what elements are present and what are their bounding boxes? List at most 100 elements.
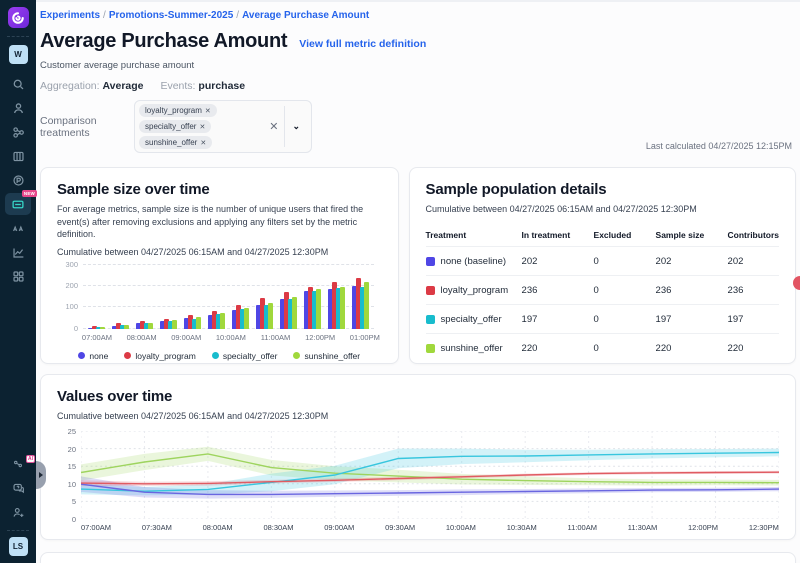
dashboards-icon[interactable]	[5, 265, 31, 287]
table-cell: 197	[656, 314, 728, 325]
ai-badge: AI	[26, 455, 35, 463]
help-chat-icon[interactable]	[5, 477, 31, 499]
clear-all-icon[interactable]: ✕	[263, 120, 284, 133]
legend-item[interactable]: none	[78, 351, 108, 361]
app-logo-icon[interactable]	[8, 7, 29, 28]
sidebar: W NEW AI LS	[0, 0, 36, 563]
x-axis-tick: 10:30AM	[507, 523, 537, 532]
invite-user-icon[interactable]	[5, 501, 31, 523]
table-header-row: TreatmentIn treatmentExcludedSample size…	[426, 224, 779, 246]
table-cell: 220	[656, 343, 728, 354]
sidebar-divider	[7, 36, 29, 37]
new-badge: NEW	[22, 190, 37, 197]
table-cell: 197	[728, 314, 779, 325]
chip-remove-icon[interactable]: ✕	[205, 107, 211, 115]
bar-sunshine_offer[interactable]	[364, 282, 369, 329]
insights-chart-icon[interactable]	[5, 241, 31, 263]
treatment-chip[interactable]: sunshine_offer✕	[139, 136, 212, 149]
sample-size-card: Sample size over time For average metric…	[40, 167, 399, 364]
bar-sunshine_offer[interactable]	[100, 327, 105, 328]
x-axis-tick: 12:00PM	[688, 523, 718, 532]
y-axis-tick: 100	[57, 302, 78, 311]
table-cell: 236	[522, 285, 594, 296]
bar-group[interactable]	[280, 292, 297, 329]
x-axis-tick: 10:00AM	[216, 333, 246, 342]
x-axis-tick: 08:30AM	[263, 523, 293, 532]
bar-sunshine_offer[interactable]	[340, 287, 345, 329]
bar-group[interactable]	[328, 282, 345, 329]
legend-item[interactable]: sunshine_offer	[293, 351, 360, 361]
bar-group[interactable]	[88, 326, 105, 329]
legend-label: loyalty_program	[135, 351, 195, 361]
bar-group[interactable]	[184, 315, 201, 329]
chip-remove-icon[interactable]: ✕	[200, 139, 206, 147]
search-icon[interactable]	[5, 73, 31, 95]
chip-label: sunshine_offer	[145, 138, 197, 147]
legend-dot	[212, 352, 219, 359]
bar-sunshine_offer[interactable]	[124, 325, 129, 328]
bar-sunshine_offer[interactable]	[244, 308, 249, 329]
feedback-edge-tab[interactable]	[793, 276, 800, 290]
bar-sunshine_offer[interactable]	[148, 323, 153, 329]
bar-group[interactable]	[352, 278, 369, 328]
main-content: Experiments/Promotions-Summer-2025/Avera…	[36, 0, 800, 563]
experiments-icon[interactable]	[5, 217, 31, 239]
chip-remove-icon[interactable]: ✕	[199, 123, 205, 131]
y-axis-tick: 20	[57, 445, 76, 454]
treatment-color-swatch	[426, 257, 435, 266]
feature-gates-icon[interactable]	[5, 121, 31, 143]
column-header: Contributors	[728, 230, 779, 240]
breadcrumb-metric: Average Purchase Amount	[242, 10, 369, 21]
bar-group[interactable]	[208, 311, 225, 329]
chevron-down-icon[interactable]: ⌄	[285, 121, 307, 132]
sample-size-chart: 0100200300 07:00AM08:00AM09:00AM10:00AM1…	[57, 265, 382, 361]
bar-group[interactable]	[136, 321, 153, 329]
table-cell: 236	[728, 285, 779, 296]
sample-size-description: For average metrics, sample size is the …	[57, 203, 382, 241]
bar-group[interactable]	[160, 319, 177, 329]
table-cell: 220	[728, 343, 779, 354]
view-metric-definition-link[interactable]: View full metric definition	[299, 38, 426, 50]
table-cell: 220	[522, 343, 594, 354]
bar-sunshine_offer[interactable]	[292, 297, 297, 329]
x-axis-tick: 07:00AM	[82, 333, 112, 342]
breadcrumb-experiments[interactable]: Experiments	[40, 10, 100, 21]
bar-group[interactable]	[256, 298, 273, 329]
bar-group[interactable]	[112, 323, 129, 329]
legend-item[interactable]: loyalty_program	[124, 351, 195, 361]
treatment-chip[interactable]: specialty_offer✕	[139, 120, 211, 133]
treatment-chip[interactable]: loyalty_program✕	[139, 104, 217, 117]
treatments-select[interactable]: loyalty_program✕ specialty_offer✕ sunshine…	[134, 100, 312, 153]
sample-size-cumulative: Cumulative between 04/27/2025 06:15AM an…	[57, 247, 382, 257]
bar-group[interactable]	[304, 287, 321, 329]
last-calculated: Last calculated 04/27/2025 12:15PM	[646, 141, 792, 151]
metrics-icon[interactable]: NEW	[5, 193, 31, 215]
bar-sunshine_offer[interactable]	[316, 289, 321, 328]
x-axis-tick: 09:00AM	[171, 333, 201, 342]
legend-item[interactable]: specialty_offer	[212, 351, 278, 361]
legend-label: none	[89, 351, 108, 361]
bar-sunshine_offer[interactable]	[220, 313, 225, 329]
table-cell: 0	[594, 343, 656, 354]
metric-dispersion-card: Metric dispersion Cumulative between 04/…	[40, 552, 796, 563]
funnels-icon[interactable]	[5, 145, 31, 167]
pulse-icon[interactable]	[5, 169, 31, 191]
user-avatar[interactable]: LS	[9, 537, 28, 556]
table-cell: 202	[728, 256, 779, 267]
breadcrumb-experiment-name[interactable]: Promotions-Summer-2025	[109, 10, 233, 21]
ai-assistant-icon[interactable]: AI	[5, 453, 31, 475]
events-value: purchase	[198, 80, 245, 92]
events-label: Events:	[160, 80, 195, 92]
users-icon[interactable]	[5, 97, 31, 119]
bar-sunshine_offer[interactable]	[172, 320, 177, 329]
y-axis-tick: 0	[57, 324, 78, 333]
x-axis-tick: 11:00AM	[261, 333, 290, 342]
x-axis-tick: 01:00PM	[350, 333, 380, 342]
column-header: Excluded	[594, 230, 656, 240]
treatment-name: none (baseline)	[441, 256, 507, 267]
workspace-avatar[interactable]: W	[9, 45, 28, 64]
bar-sunshine_offer[interactable]	[196, 317, 201, 329]
bar-group[interactable]	[232, 305, 249, 329]
bar-sunshine_offer[interactable]	[268, 303, 273, 329]
column-header: In treatment	[522, 230, 594, 240]
